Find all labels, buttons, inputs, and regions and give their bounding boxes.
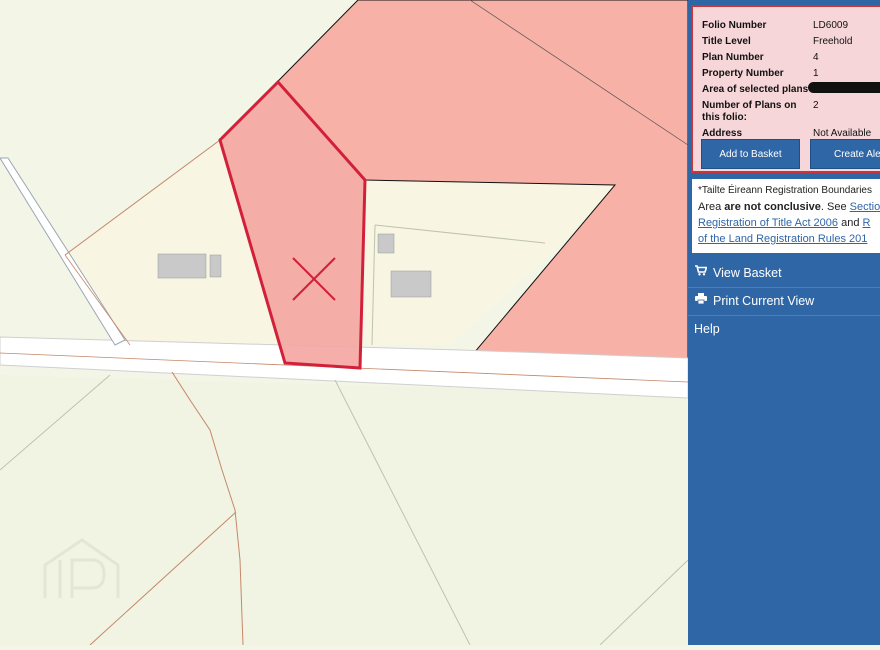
folio-number-value: LD6009 bbox=[813, 20, 849, 31]
property-number-value: 1 bbox=[813, 68, 819, 79]
redaction-mark bbox=[808, 82, 880, 93]
plan-number-label: Plan Number bbox=[702, 52, 764, 63]
notice-line-2: Area are not conclusive. See Section bbox=[698, 201, 880, 213]
boundary-notice: *Tailte Éireann Registration Boundaries … bbox=[691, 178, 880, 254]
view-basket-menu-item[interactable]: View Basket bbox=[688, 260, 880, 287]
print-view-label: Print Current View bbox=[713, 294, 815, 308]
view-basket-label: View Basket bbox=[713, 266, 782, 280]
create-alert-button[interactable]: Create Alert bbox=[810, 139, 880, 169]
notice-line-1: *Tailte Éireann Registration Boundaries bbox=[698, 185, 872, 196]
plans-count-label-cont: this folio: bbox=[702, 112, 747, 123]
notice-line-3: Registration of Title Act 2006 and R bbox=[698, 217, 870, 229]
print-view-menu-item[interactable]: Print Current View bbox=[688, 288, 880, 315]
title-level-label: Title Level bbox=[702, 36, 751, 47]
title-level-value: Freehold bbox=[813, 36, 853, 47]
notice-bold-text: are not conclusive bbox=[724, 201, 821, 213]
add-to-basket-button[interactable]: Add to Basket bbox=[701, 139, 800, 169]
rules-link[interactable]: R bbox=[863, 217, 871, 229]
land-registration-rules-link[interactable]: of the Land Registration Rules 201 bbox=[698, 233, 867, 245]
building bbox=[377, 233, 395, 254]
notice-text: and bbox=[838, 217, 863, 229]
help-label: Help bbox=[694, 322, 720, 336]
sidebar: Folio Number LD6009 Title Level Freehold… bbox=[688, 0, 880, 645]
address-label: Address bbox=[702, 128, 743, 139]
property-number-label: Property Number bbox=[702, 68, 784, 79]
plans-count-label: Number of Plans on bbox=[702, 100, 797, 111]
notice-line-4: of the Land Registration Rules 201 bbox=[698, 233, 867, 245]
building bbox=[390, 270, 432, 298]
notice-text: . See bbox=[820, 201, 850, 213]
plan-number-value: 4 bbox=[813, 52, 819, 63]
folio-number-label: Folio Number bbox=[702, 20, 767, 31]
plans-count-value: 2 bbox=[813, 100, 819, 111]
folio-info-panel: Folio Number LD6009 Title Level Freehold… bbox=[691, 5, 880, 173]
field-parcel bbox=[0, 375, 688, 645]
cart-icon bbox=[694, 260, 708, 287]
help-menu-item[interactable]: Help bbox=[688, 316, 880, 343]
registration-act-link[interactable]: Registration of Title Act 2006 bbox=[698, 217, 838, 229]
building bbox=[157, 253, 207, 279]
area-label: Area of selected plans bbox=[702, 84, 809, 95]
print-icon bbox=[694, 288, 708, 315]
notice-text: Area bbox=[698, 201, 725, 213]
section-link[interactable]: Section bbox=[850, 201, 880, 213]
map-canvas[interactable] bbox=[0, 0, 689, 646]
building bbox=[209, 254, 222, 278]
map-view[interactable] bbox=[0, 0, 689, 646]
address-value: Not Available bbox=[813, 128, 872, 139]
